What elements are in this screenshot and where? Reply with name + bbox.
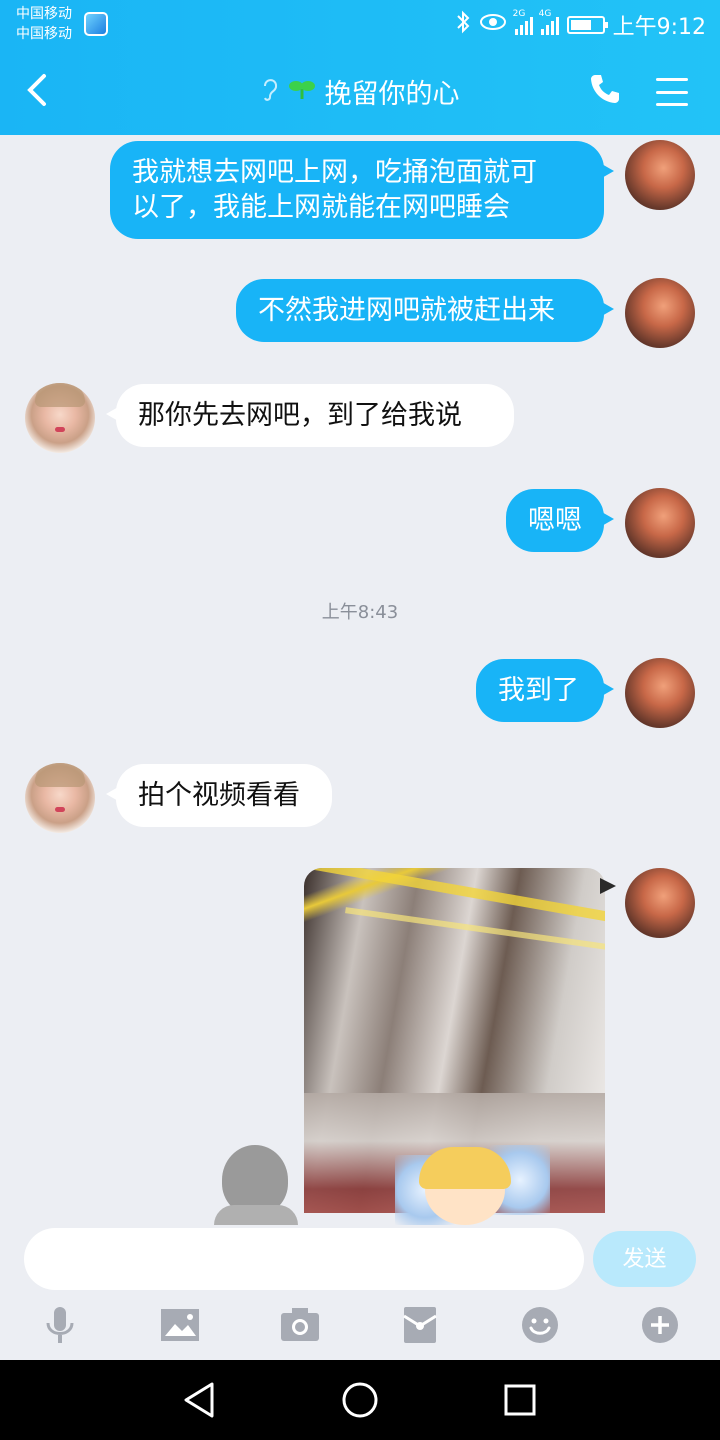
nav-recents-icon[interactable] bbox=[498, 1378, 542, 1422]
message-bubble-outgoing[interactable]: 我就想去网吧上网，吃捅泡面就可 以了，我能上网就能在网吧睡会 bbox=[110, 141, 614, 239]
input-bar: 发送 bbox=[0, 1225, 720, 1360]
my-avatar[interactable] bbox=[625, 140, 695, 210]
my-avatar[interactable] bbox=[625, 868, 695, 938]
signal-icon-1: 2G bbox=[513, 9, 533, 35]
input-toolbar bbox=[0, 1303, 720, 1347]
carrier-info: 中国移动 中国移动 bbox=[16, 4, 72, 44]
my-avatar[interactable] bbox=[625, 658, 695, 728]
image-icon[interactable] bbox=[158, 1303, 202, 1347]
status-bar: 中国移动 中国移动 2G 4G 上午9:12 bbox=[0, 0, 720, 50]
status-time: 上午9:12 bbox=[612, 15, 706, 40]
gray-avatar-sticker bbox=[214, 1145, 298, 1225]
signal-label-2: 4G bbox=[538, 9, 552, 19]
ear-icon bbox=[261, 76, 279, 108]
nav-back-icon[interactable] bbox=[178, 1378, 222, 1422]
message-text: 嗯嗯 bbox=[528, 505, 582, 536]
bluetooth-icon bbox=[455, 10, 471, 40]
microphone-icon[interactable] bbox=[38, 1303, 82, 1347]
chat-messages[interactable]: 我就想去网吧上网，吃捅泡面就可 以了，我能上网就能在网吧睡会 不然我进网吧就被赶… bbox=[0, 135, 720, 1225]
eye-icon bbox=[479, 12, 507, 38]
message-bubble-outgoing[interactable]: 嗯嗯 bbox=[506, 489, 614, 552]
carrier-name-1: 中国移动 bbox=[16, 6, 72, 22]
message-text: 以了，我能上网就能在网吧睡会 bbox=[132, 192, 510, 223]
my-avatar[interactable] bbox=[625, 278, 695, 348]
message-text: 不然我进网吧就被赶出来 bbox=[258, 295, 555, 326]
phone-icon[interactable] bbox=[588, 72, 628, 112]
bubble-tail bbox=[600, 878, 616, 894]
status-icons: 2G 4G 上午9:12 bbox=[455, 9, 706, 40]
app-notification-icon bbox=[84, 12, 108, 36]
camera-icon[interactable] bbox=[278, 1303, 322, 1347]
red-packet-icon[interactable] bbox=[398, 1303, 442, 1347]
nav-home-icon[interactable] bbox=[338, 1378, 382, 1422]
anime-character-sticker bbox=[395, 1125, 550, 1225]
my-avatar[interactable] bbox=[625, 488, 695, 558]
battery-icon bbox=[566, 16, 608, 34]
top-bar: 中国移动 中国移动 2G 4G 上午9:12 挽留你的心 bbox=[0, 0, 720, 135]
message-text: 拍个视频看看 bbox=[138, 780, 300, 811]
system-navigation-bar bbox=[0, 1360, 720, 1440]
emoji-icon[interactable] bbox=[518, 1303, 562, 1347]
message-bubble-incoming[interactable]: 拍个视频看看 bbox=[106, 764, 332, 827]
contact-avatar[interactable] bbox=[25, 383, 95, 453]
message-bubble-incoming[interactable]: 那你先去网吧，到了给我说 bbox=[106, 384, 514, 447]
plus-icon[interactable] bbox=[638, 1303, 682, 1347]
menu-icon[interactable] bbox=[656, 78, 688, 106]
message-timestamp: 上午8:43 bbox=[321, 602, 399, 623]
message-text: 我就想去网吧上网，吃捅泡面就可 bbox=[132, 157, 537, 188]
message-bubble-outgoing[interactable]: 不然我进网吧就被赶出来 bbox=[236, 279, 614, 342]
chat-title: 挽留你的心 bbox=[324, 79, 460, 110]
signal-label-1: 2G bbox=[512, 9, 526, 19]
sprout-icon bbox=[288, 77, 315, 107]
signal-icon-2: 4G bbox=[539, 9, 559, 35]
message-bubble-outgoing[interactable]: 我到了 bbox=[476, 659, 614, 722]
chat-header: 挽留你的心 bbox=[0, 50, 720, 135]
message-text: 我到了 bbox=[498, 675, 579, 706]
send-button[interactable]: 发送 bbox=[593, 1231, 696, 1287]
message-text: 那你先去网吧，到了给我说 bbox=[138, 400, 462, 431]
carrier-name-2: 中国移动 bbox=[16, 26, 72, 42]
contact-avatar[interactable] bbox=[25, 763, 95, 833]
message-input[interactable] bbox=[24, 1228, 584, 1290]
